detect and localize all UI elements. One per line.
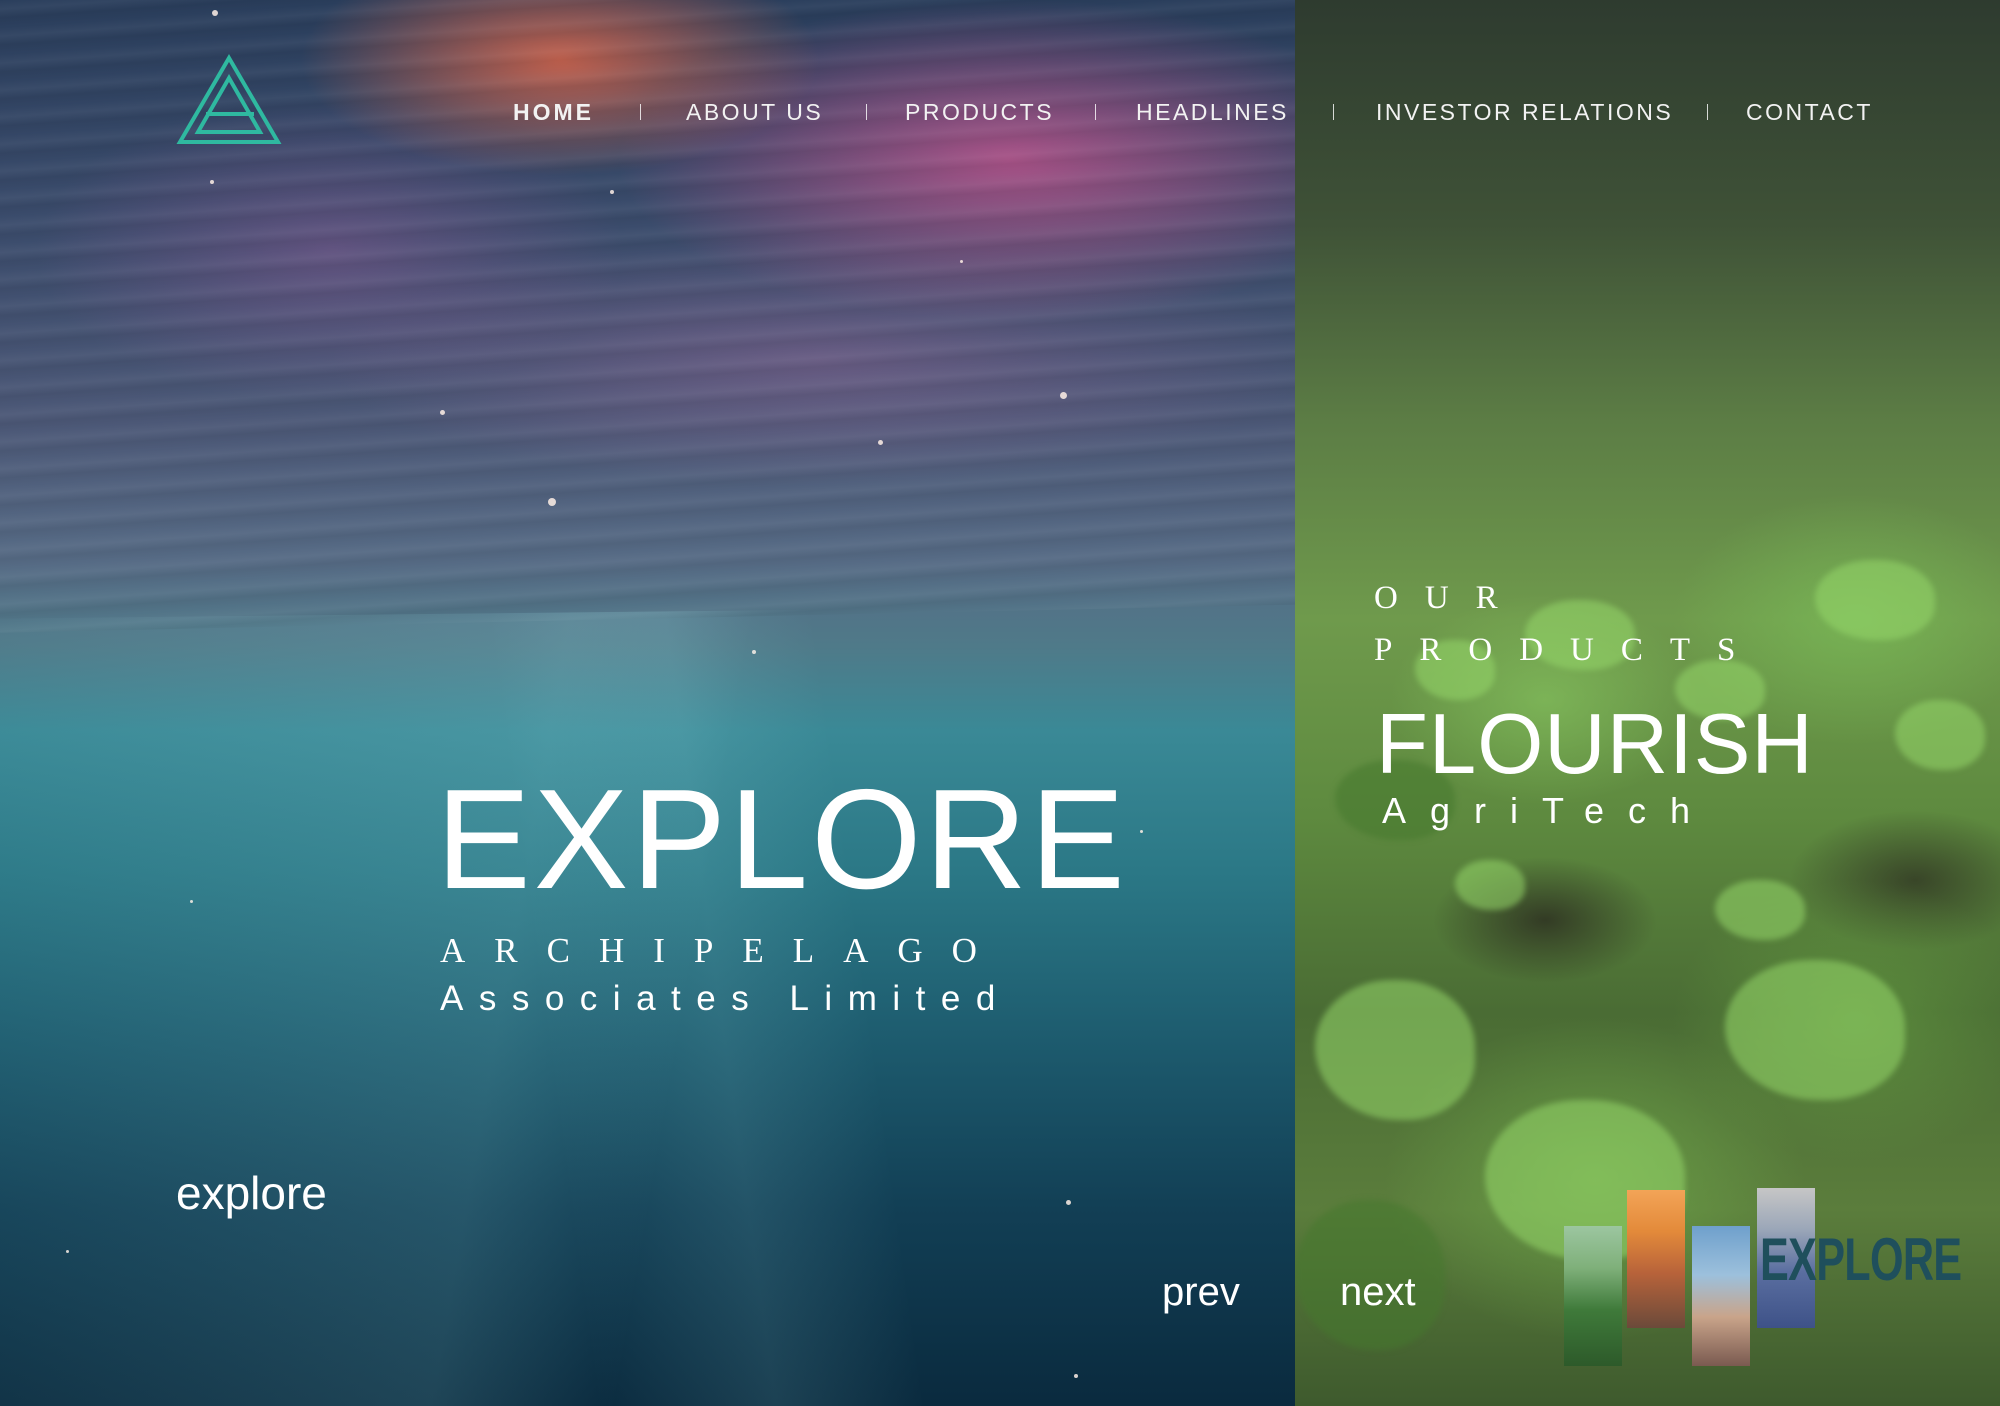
- products-label-line1: OUR: [1374, 580, 1525, 616]
- hero-title: EXPLORE: [436, 760, 1128, 919]
- main-nav: HOME ABOUT US PRODUCTS HEADLINES INVESTO…: [0, 96, 2000, 132]
- thumb-runner-image: [1692, 1226, 1750, 1366]
- nav-divider: [1333, 104, 1334, 120]
- nav-divider: [1707, 104, 1708, 120]
- products-label-line2: PRODUCTS: [1374, 632, 1763, 668]
- nav-home[interactable]: HOME: [513, 96, 594, 128]
- nav-divider: [640, 104, 641, 120]
- nav-contact[interactable]: CONTACT: [1746, 96, 1873, 128]
- thumb-plants-image: [1564, 1226, 1622, 1366]
- product-title: FLOURISH: [1376, 697, 1814, 792]
- prev-button[interactable]: prev: [1162, 1268, 1240, 1316]
- nav-products[interactable]: PRODUCTS: [905, 96, 1054, 128]
- nav-headlines[interactable]: HEADLINES: [1136, 96, 1289, 128]
- explore-product-thumbnail[interactable]: EXPLORE: [1562, 1188, 1962, 1368]
- nav-investor-relations[interactable]: INVESTOR RELATIONS: [1376, 96, 1673, 128]
- explore-link[interactable]: explore: [176, 1166, 327, 1220]
- hero-company-suffix: Associates Limited: [440, 979, 1011, 1018]
- thumbnail-word: EXPLORE: [1760, 1226, 1962, 1293]
- product-subtitle: AgriTech: [1382, 790, 1715, 831]
- nav-divider: [866, 104, 867, 120]
- thumb-sunset-image: [1627, 1190, 1685, 1328]
- hero-company-name: ARCHIPELAGO: [440, 931, 1006, 970]
- next-button[interactable]: next: [1340, 1268, 1416, 1316]
- nav-divider: [1095, 104, 1096, 120]
- nav-about-us[interactable]: ABOUT US: [686, 96, 823, 128]
